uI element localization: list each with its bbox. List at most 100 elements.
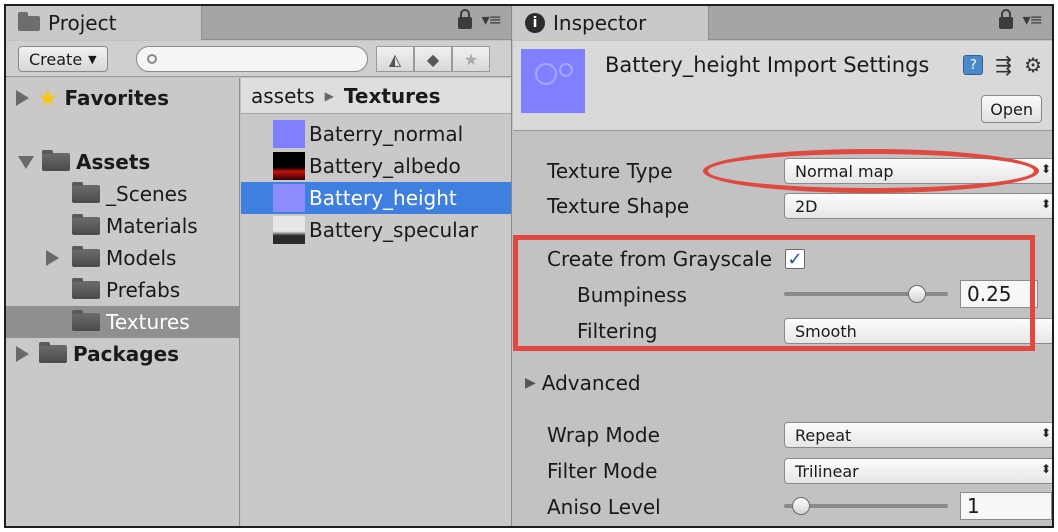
folder-icon	[39, 342, 67, 363]
dropdown-arrows-icon: ⬍	[1040, 462, 1051, 476]
asset-item[interactable]: Baterry_normal	[241, 118, 511, 150]
tree-label: Textures	[106, 310, 190, 334]
tab-inspector[interactable]: i Inspector	[513, 6, 709, 40]
texture-thumbnail-icon	[273, 120, 305, 148]
info-icon: i	[525, 13, 545, 33]
tree-item-models[interactable]: Models	[6, 242, 239, 274]
inspector-tabbar: i Inspector ▾≡	[513, 6, 1052, 40]
texture-shape-label: Texture Shape	[547, 194, 690, 218]
project-tabbar: Project ▾≡	[6, 6, 511, 40]
chevron-down-icon: ▼	[88, 52, 97, 66]
texture-preview	[521, 49, 585, 113]
search-input[interactable]	[136, 46, 368, 72]
project-toolbar: Create ▼ ◭ ◆ ★	[6, 41, 511, 77]
asset-label: Battery_specular	[309, 218, 479, 242]
tree-item-scenes[interactable]: _Scenes	[6, 178, 239, 210]
texture-type-label: Texture Type	[547, 159, 673, 183]
create-button-label: Create	[29, 49, 83, 69]
filter-mode-dropdown[interactable]: Trilinear ⬍	[784, 458, 1052, 484]
breadcrumb-separator-icon: ▶	[324, 88, 334, 103]
asset-item[interactable]: Battery_albedo	[241, 150, 511, 182]
tree-label: _Scenes	[106, 182, 188, 206]
folder-icon	[72, 182, 100, 203]
tab-project-label: Project	[48, 11, 117, 35]
inspector-header: Battery_height Import Settings ? ⇶ ⚙ Ope…	[513, 41, 1052, 131]
create-button[interactable]: Create ▼	[18, 46, 108, 72]
header-icons: ? ⇶ ⚙	[963, 53, 1042, 77]
texture-shape-dropdown[interactable]: 2D ⬍	[784, 193, 1052, 219]
dropdown-arrows-icon: ⬍	[1040, 426, 1051, 440]
menu-icon[interactable]: ▾≡	[482, 10, 502, 29]
wrap-mode-dropdown[interactable]: Repeat ⬍	[784, 422, 1052, 448]
breadcrumb-current[interactable]: Textures	[344, 84, 441, 108]
folder-icon	[72, 278, 100, 299]
texture-thumbnail-icon	[273, 184, 305, 212]
asset-label: Baterry_normal	[309, 122, 464, 146]
lock-icon[interactable]	[998, 8, 1013, 29]
star-icon[interactable]: ★	[452, 46, 490, 72]
tree-label: Models	[106, 246, 177, 270]
label-icon[interactable]: ◆	[414, 46, 452, 72]
filter-by-type-icon[interactable]: ◭	[376, 46, 414, 72]
breadcrumb-root[interactable]: assets	[251, 84, 315, 108]
filter-mode-value: Trilinear	[795, 461, 859, 481]
star-icon: ★	[37, 84, 59, 112]
tree-item-materials[interactable]: Materials	[6, 210, 239, 242]
tree-label: Assets	[76, 150, 151, 174]
texture-thumbnail-icon	[273, 216, 305, 244]
inspector-window: i Inspector ▾≡ Battery_height Import Set…	[513, 6, 1052, 526]
preview-detail	[559, 63, 573, 77]
folder-icon	[72, 214, 100, 235]
advanced-foldout[interactable]: ▶ Advanced	[525, 367, 641, 399]
tree-item-packages[interactable]: Packages	[6, 338, 239, 370]
dropdown-arrows-icon: ⬍	[1040, 197, 1051, 211]
asset-item[interactable]: Battery_specular	[241, 214, 511, 246]
presets-icon[interactable]: ⇶	[995, 53, 1012, 77]
open-button[interactable]: Open	[981, 95, 1042, 123]
asset-label: Battery_height	[309, 186, 457, 210]
project-window: Project ▾≡ Create ▼ ◭ ◆ ★ ★ Favorites As…	[6, 6, 512, 526]
expand-arrow-icon[interactable]	[16, 346, 29, 362]
gear-icon[interactable]: ⚙	[1024, 53, 1042, 77]
wrap-mode-label: Wrap Mode	[547, 423, 660, 447]
texture-shape-value: 2D	[795, 196, 818, 216]
collapse-arrow-icon[interactable]	[18, 155, 34, 169]
aniso-level-field[interactable]: 1	[960, 492, 1052, 520]
inspector-tab-tools: ▾≡	[998, 8, 1043, 29]
tree-item-favorites[interactable]: ★ Favorites	[6, 82, 239, 114]
texture-thumbnail-icon	[273, 152, 305, 180]
breadcrumb: assets ▶ Textures	[241, 78, 511, 114]
expand-arrow-icon[interactable]	[46, 250, 59, 266]
expand-arrow-icon: ▶	[525, 375, 536, 391]
asset-list-pane: assets ▶ Textures Baterry_normal Battery…	[241, 78, 511, 526]
unity-editor: Project ▾≡ Create ▼ ◭ ◆ ★ ★ Favorites As…	[4, 4, 1054, 528]
project-tab-tools: ▾≡	[457, 8, 502, 29]
folder-icon	[42, 150, 70, 171]
asset-item[interactable]: Battery_height	[241, 182, 511, 214]
wrap-mode-value: Repeat	[795, 425, 852, 445]
folder-icon	[72, 246, 100, 267]
preview-detail	[535, 63, 557, 85]
tree-label: Prefabs	[106, 278, 181, 302]
menu-icon[interactable]: ▾≡	[1023, 10, 1043, 29]
tree-label: Materials	[106, 214, 198, 238]
tree-label: Packages	[73, 342, 180, 366]
lock-icon[interactable]	[457, 8, 472, 29]
search-filter-buttons: ◭ ◆ ★	[376, 46, 490, 72]
asset-label: Battery_albedo	[309, 154, 461, 178]
annotation-rectangle	[513, 235, 1035, 351]
aniso-level-label: Aniso Level	[547, 495, 661, 519]
tree-label: Favorites	[64, 86, 170, 110]
tree-item-prefabs[interactable]: Prefabs	[6, 274, 239, 306]
tree-item-textures[interactable]: Textures	[6, 306, 239, 338]
help-icon[interactable]: ?	[963, 55, 984, 75]
folder-tree: ★ Favorites Assets _Scenes Materials Mod…	[6, 78, 240, 526]
tab-inspector-label: Inspector	[553, 11, 647, 35]
tab-project[interactable]: Project	[6, 6, 202, 40]
aniso-level-slider-thumb[interactable]	[792, 497, 810, 515]
tree-item-assets[interactable]: Assets	[6, 146, 239, 178]
filter-mode-label: Filter Mode	[547, 459, 658, 483]
search-icon	[147, 54, 157, 64]
inspector-title: Battery_height Import Settings	[605, 53, 930, 77]
expand-arrow-icon[interactable]	[16, 90, 29, 106]
